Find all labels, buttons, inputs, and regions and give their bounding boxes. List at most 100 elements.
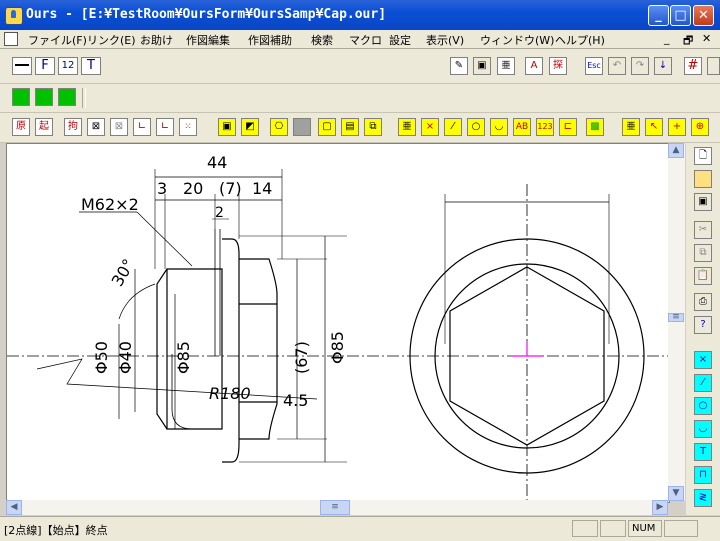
text-frame-icon[interactable]: A xyxy=(525,57,543,75)
cad-drawing: 44 3 20 (7) 14 2 M62×2 30° Φ50 Φ40 Φ85 (… xyxy=(7,153,669,502)
text-button[interactable]: T xyxy=(81,57,101,75)
font-size-button[interactable]: 12 xyxy=(58,57,78,75)
app-icon[interactable] xyxy=(5,7,23,25)
dim-text-7: (7) xyxy=(219,179,242,198)
scroll-thumb[interactable]: ≡ xyxy=(668,313,684,322)
close-button[interactable]: ✕ xyxy=(693,5,714,26)
toolbar-draw: 原 起 拘 ⊠ ⊠ ∟ ∟ ⁙ ▣ ◩ ⎔ ▢ ▤ ⧉ 亜 × ⁄ ○ ◡ AB… xyxy=(0,113,720,143)
text-tool-icon[interactable]: T xyxy=(694,443,712,461)
angle-arc xyxy=(118,283,156,320)
layers-icon[interactable]: ◩ xyxy=(241,118,259,136)
gray-box-icon[interactable] xyxy=(293,118,311,136)
hatch-icon[interactable]: ▩ xyxy=(586,118,604,136)
menu-search[interactable]: 検索 xyxy=(311,32,333,48)
arc-tool-icon[interactable]: ◡ xyxy=(694,420,712,438)
minimize-button[interactable]: _ xyxy=(648,5,669,26)
point-tool-icon[interactable]: × xyxy=(694,351,712,369)
frame-icon[interactable]: ▣ xyxy=(218,118,236,136)
circle-tool-icon[interactable]: ○ xyxy=(467,118,485,136)
label-ab-button[interactable]: AB xyxy=(513,118,531,136)
menu-drawing-aid[interactable]: 作図補助 xyxy=(248,32,292,48)
new-file-icon[interactable]: 🗋 xyxy=(694,147,712,165)
zigzag-tool-icon[interactable]: ≷ xyxy=(694,489,712,507)
separator xyxy=(82,88,86,108)
menu-file[interactable]: ファイル(F) xyxy=(28,32,87,48)
pick-icon[interactable]: ↖ xyxy=(645,118,663,136)
vertical-scrollbar[interactable]: ▲ ≡ ▼ xyxy=(668,143,685,501)
save-icon[interactable]: ▣ xyxy=(694,193,712,211)
corner-icon[interactable]: ∟ xyxy=(156,118,174,136)
menu-help-assist[interactable]: お助け xyxy=(140,32,173,48)
stamp-icon[interactable]: ⎔ xyxy=(270,118,288,136)
escape-button[interactable]: Esc xyxy=(585,57,603,75)
thread-label: M62×2 xyxy=(81,195,139,214)
menu-view[interactable]: 表示(V) xyxy=(426,32,464,48)
layer-green-button[interactable] xyxy=(12,88,30,106)
rect-lines-icon[interactable]: ▤ xyxy=(341,118,359,136)
dimension-button[interactable]: 123 xyxy=(536,118,554,136)
layer-green-button[interactable] xyxy=(35,88,53,106)
cut-icon[interactable]: ✂ xyxy=(694,221,712,239)
paste-icon[interactable]: 📋 xyxy=(694,267,712,285)
scroll-left-icon[interactable]: ◀ xyxy=(6,500,22,515)
line-tool-icon[interactable]: ⁄ xyxy=(444,118,462,136)
menu-edit-drawing[interactable]: 作図編集 xyxy=(186,32,230,48)
align-text-icon[interactable]: 亜 xyxy=(497,57,515,75)
menu-settings[interactable]: 設定 xyxy=(389,32,411,48)
layer-list-button[interactable] xyxy=(58,88,76,106)
dim-text-phi40: Φ40 xyxy=(116,341,135,374)
scroll-right-icon[interactable]: ▶ xyxy=(652,500,668,515)
dim-text-r180: R180 xyxy=(209,384,251,403)
angle-label: 30° xyxy=(108,256,139,290)
circle-tool-icon[interactable]: ○ xyxy=(694,397,712,415)
menu-bar: ファイル(F) リンク(E) お助け 作図編集 作図補助 検索 マクロ 設定 表… xyxy=(0,30,720,49)
redo-icon[interactable]: ↷ xyxy=(631,57,649,75)
pen-icon[interactable]: ✎ xyxy=(450,57,468,75)
document-icon[interactable] xyxy=(4,32,18,46)
monitor-icon[interactable] xyxy=(707,57,720,75)
copy-icon[interactable]: ⧉ xyxy=(694,244,712,262)
text-tool-icon[interactable]: 亜 xyxy=(622,118,640,136)
mdi-minimize-button[interactable]: _ xyxy=(664,32,670,45)
origin-button[interactable]: 原 xyxy=(12,118,30,136)
maximize-button[interactable]: □ xyxy=(670,5,691,26)
point-icon[interactable]: × xyxy=(421,118,439,136)
start-button[interactable]: 起 xyxy=(35,118,53,136)
target-icon[interactable]: ⊕ xyxy=(691,118,709,136)
corner-icon[interactable]: ∟ xyxy=(133,118,151,136)
dim-text-67: (67) xyxy=(292,341,311,374)
scroll-down-icon[interactable]: ▼ xyxy=(668,486,684,501)
dim-text-20: 20 xyxy=(183,179,203,198)
monitor-icon[interactable]: ▣ xyxy=(473,57,491,75)
dimension-tool-icon[interactable]: ⊓ xyxy=(694,466,712,484)
print-icon[interactable]: ⎙ xyxy=(694,293,712,311)
scroll-thumb[interactable]: ≡ xyxy=(320,500,350,515)
menu-macro[interactable]: マクロ xyxy=(349,32,382,48)
text-tool-icon[interactable]: 亜 xyxy=(398,118,416,136)
line-tool-icon[interactable]: ⁄ xyxy=(694,374,712,392)
arc-tool-icon[interactable]: ◡ xyxy=(490,118,508,136)
mdi-close-button[interactable]: ✕ xyxy=(702,32,711,45)
line-style-button[interactable] xyxy=(12,57,32,75)
undo-icon[interactable]: ↶ xyxy=(608,57,626,75)
rect-icon[interactable]: ▢ xyxy=(318,118,336,136)
horizontal-scrollbar[interactable]: ◀ ≡ ▶ xyxy=(6,500,668,515)
copy-rect-icon[interactable]: ⧉ xyxy=(364,118,382,136)
grid-dots-icon[interactable]: ⁙ xyxy=(179,118,197,136)
menu-link[interactable]: リンク(E) xyxy=(87,32,136,48)
arrow-down-icon[interactable]: ↓ xyxy=(654,57,672,75)
menu-help[interactable]: ヘルプ(H) xyxy=(555,32,605,48)
grid-icon[interactable]: # xyxy=(684,57,702,75)
constraint-button[interactable]: 拘 xyxy=(64,118,82,136)
search-text-icon[interactable]: 探 xyxy=(549,57,567,75)
scroll-up-icon[interactable]: ▲ xyxy=(668,143,684,158)
box-x-icon[interactable]: ⊠ xyxy=(87,118,105,136)
drawing-canvas[interactable]: 44 3 20 (7) 14 2 M62×2 30° Φ50 Φ40 Φ85 (… xyxy=(6,143,670,503)
help-pointer-icon[interactable]: ? xyxy=(694,316,712,334)
menu-window[interactable]: ウィンドウ(W) xyxy=(480,32,554,48)
font-button[interactable]: F xyxy=(35,57,55,75)
leader-icon[interactable]: ⊏ xyxy=(559,118,577,136)
cross-icon[interactable]: + xyxy=(668,118,686,136)
box-x-icon[interactable]: ⊠ xyxy=(110,118,128,136)
open-folder-icon[interactable] xyxy=(694,170,712,188)
